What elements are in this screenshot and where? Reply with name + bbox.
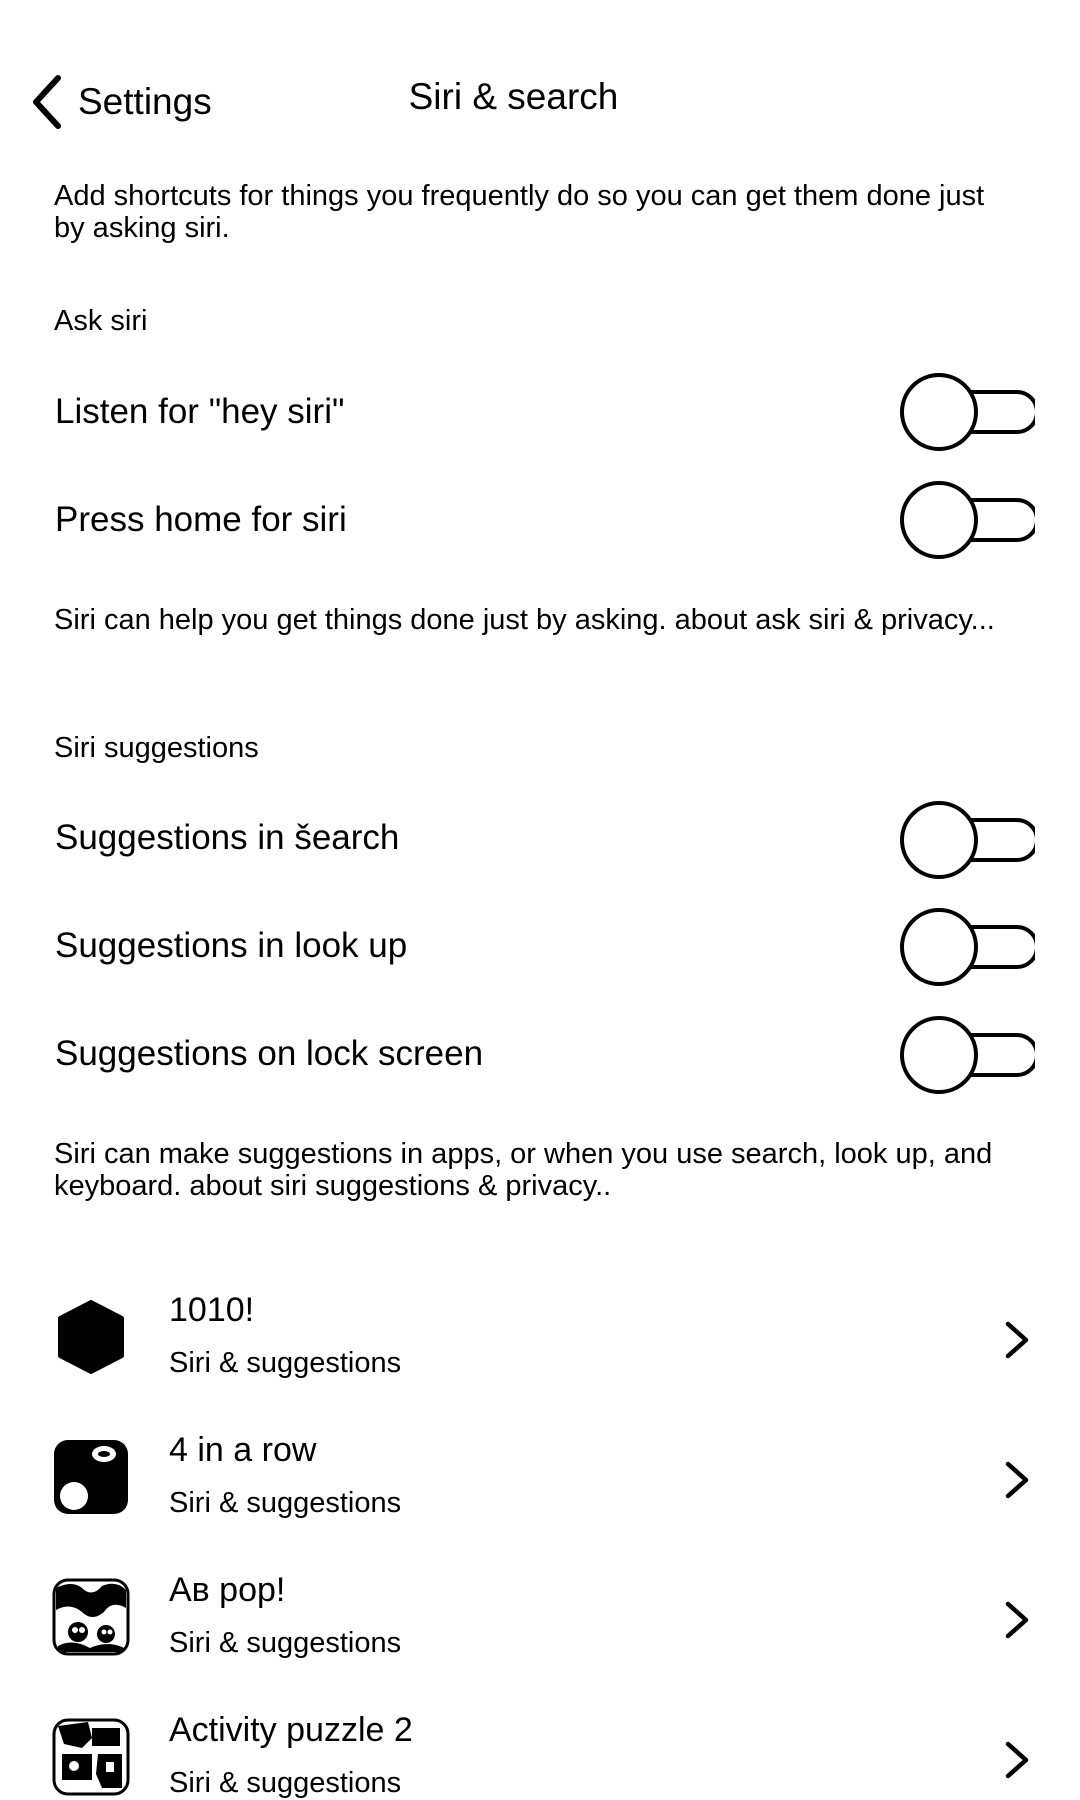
suggestions-search-toggle[interactable] (895, 800, 1035, 880)
ab-pop-app-icon (52, 1578, 130, 1656)
section-header-ask-siri: Ask siri (54, 305, 148, 337)
press-home-siri-label: Press home for siri (55, 500, 347, 539)
app-name: Aв pop! (169, 1571, 286, 1609)
suggestions-lock-screen-label: Suggestions on lock screen (55, 1034, 484, 1073)
chevron-right-icon (1000, 1598, 1034, 1642)
siri-suggestions-footer: Siri can make suggestions in apps, or wh… (54, 1138, 993, 1202)
listen-hey-siri-toggle[interactable] (895, 372, 1035, 452)
app-row-activity-puzzle-2[interactable]: Activity puzzle 2 Siri & suggestions (0, 1695, 1080, 1800)
page-title: Siri & search (408, 76, 619, 117)
press-home-siri-toggle[interactable] (895, 480, 1035, 560)
app-name: 4 in a row (169, 1431, 317, 1469)
hexagon-app-icon (52, 1298, 130, 1376)
toggle-off-icon (900, 1016, 1035, 1094)
listen-hey-siri-label: Listen for "hey siri" (55, 392, 345, 431)
toggle-off-icon (900, 373, 1035, 451)
activity-puzzle-app-icon (52, 1718, 130, 1796)
app-subtitle: Siri & suggestions (169, 1627, 402, 1659)
suggestions-lock-screen-toggle[interactable] (895, 1015, 1035, 1095)
app-subtitle: Siri & suggestions (169, 1347, 402, 1379)
chevron-right-icon (1000, 1318, 1034, 1362)
section-header-siri-suggestions: Siri suggestions (54, 732, 259, 764)
chevron-right-icon (1000, 1738, 1034, 1782)
chevron-right-icon (1000, 1458, 1034, 1502)
app-subtitle: Siri & suggestions (169, 1487, 402, 1519)
toggle-off-icon (900, 481, 1035, 559)
app-subtitle: Siri & suggestions (169, 1767, 402, 1799)
suggestions-look-up-toggle[interactable] (895, 907, 1035, 987)
toggle-off-icon (900, 908, 1035, 986)
intro-text: Add shortcuts for things you frequently … (54, 180, 985, 244)
ask-siri-footer: Siri can help you get things done just b… (54, 604, 995, 636)
app-name: 1010! (169, 1291, 255, 1329)
four-in-a-row-app-icon (52, 1438, 130, 1516)
toggle-off-icon (900, 801, 1035, 879)
suggestions-look-up-label: Suggestions in look up (55, 926, 408, 965)
app-name: Activity puzzle 2 (169, 1711, 413, 1749)
app-row-ab-pop[interactable]: Aв pop! Siri & suggestions (0, 1555, 1080, 1685)
suggestions-search-label: Suggestions in šearch (55, 818, 400, 857)
app-row-1010[interactable]: 1010! Siri & suggestions (0, 1275, 1080, 1405)
app-row-4-in-a-row[interactable]: 4 in a row Siri & suggestions (0, 1415, 1080, 1545)
